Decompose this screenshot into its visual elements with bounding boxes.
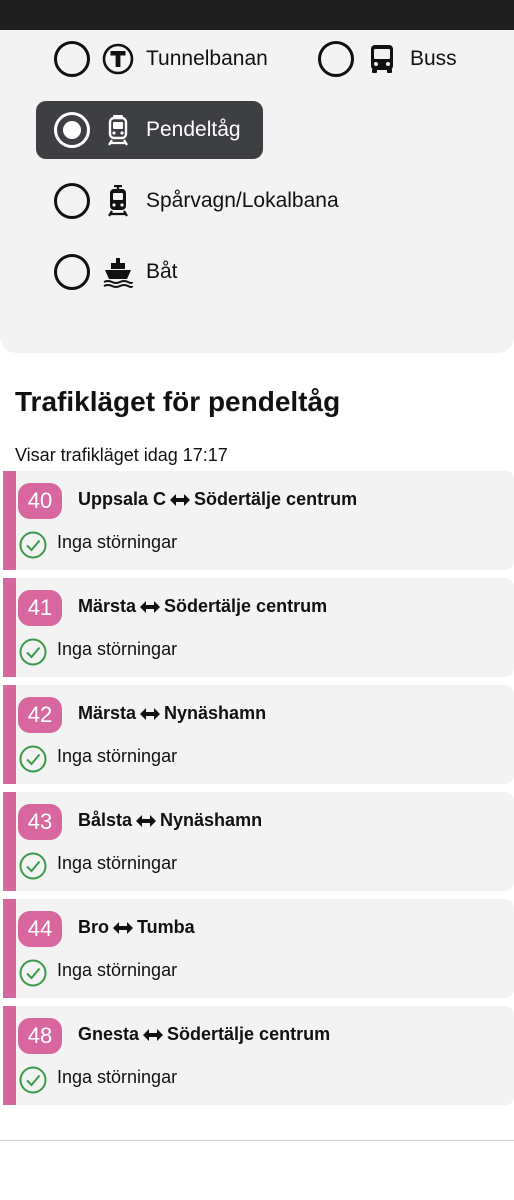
route-label: Bro Tumba — [78, 917, 195, 938]
status-text: Inga störningar — [57, 960, 178, 980]
line-card-43[interactable]: 43 Bålsta Nynäshamn Inga störningar — [3, 792, 514, 891]
check-circle-icon — [19, 531, 47, 559]
route-from: Märsta — [78, 596, 137, 616]
bus-icon — [366, 43, 398, 75]
line-number-badge: 42 — [18, 697, 62, 733]
route-label: Gnesta Södertälje centrum — [78, 1024, 330, 1045]
line-card-44[interactable]: 44 Bro Tumba Inga störningar — [3, 899, 514, 998]
route-from: Gnesta — [78, 1024, 140, 1044]
status-text: Inga störningar — [57, 1067, 178, 1087]
boat-icon — [102, 256, 134, 288]
radio-button[interactable] — [318, 41, 354, 77]
commuter-train-icon — [102, 114, 134, 146]
route-from: Märsta — [78, 703, 137, 723]
mode-option-sparvagn[interactable]: Spårvagn/Lokalbana — [54, 176, 339, 226]
mode-option-buss[interactable]: Buss — [318, 34, 457, 84]
route-from: Bålsta — [78, 810, 133, 830]
status-text: Inga störningar — [57, 639, 178, 659]
route-to: Nynäshamn — [160, 810, 263, 830]
mode-option-pendeltag[interactable]: Pendeltåg — [36, 101, 263, 159]
check-circle-icon — [19, 638, 47, 666]
route-label: Märsta Södertälje centrum — [78, 596, 327, 617]
check-circle-icon — [19, 959, 47, 987]
transport-mode-selector: Tunnelbanan Buss Pendeltåg Spårvagn/Loka… — [0, 30, 514, 353]
bidirectional-arrow-icon — [139, 707, 161, 721]
mode-label: Pendeltåg — [146, 118, 241, 141]
line-card-42[interactable]: 42 Märsta Nynäshamn Inga störningar — [3, 685, 514, 784]
route-to: Södertälje centrum — [164, 596, 328, 616]
route-from: Bro — [78, 917, 109, 937]
route-from: Uppsala C — [78, 489, 167, 509]
line-status-list: 40 Uppsala C Södertälje centrum Inga stö… — [3, 471, 514, 1113]
route-to: Nynäshamn — [164, 703, 267, 723]
route-to: Tumba — [137, 917, 195, 937]
line-number-badge: 40 — [18, 483, 62, 519]
line-card-41[interactable]: 41 Märsta Södertälje centrum Inga störni… — [3, 578, 514, 677]
route-to: Södertälje centrum — [194, 489, 358, 509]
line-number-badge: 48 — [18, 1018, 62, 1054]
page-title: Trafikläget för pendeltåg — [15, 386, 341, 417]
line-number-badge: 43 — [18, 804, 62, 840]
line-card-40[interactable]: 40 Uppsala C Södertälje centrum Inga stö… — [3, 471, 514, 570]
bidirectional-arrow-icon — [169, 493, 191, 507]
status-text: Inga störningar — [57, 853, 178, 873]
line-card-48[interactable]: 48 Gnesta Södertälje centrum Inga störni… — [3, 1006, 514, 1105]
radio-button[interactable] — [54, 183, 90, 219]
mode-option-tunnelbanan[interactable]: Tunnelbanan — [54, 34, 268, 84]
route-label: Bålsta Nynäshamn — [78, 810, 262, 831]
radio-button-selected[interactable] — [54, 112, 90, 148]
divider — [0, 1140, 514, 1141]
line-number-badge: 44 — [18, 911, 62, 947]
route-label: Märsta Nynäshamn — [78, 703, 266, 724]
radio-button[interactable] — [54, 41, 90, 77]
check-circle-icon — [19, 1066, 47, 1094]
tram-icon — [102, 185, 134, 217]
status-timestamp: Visar trafikläget idag 17:17 — [15, 445, 228, 465]
mode-option-bat[interactable]: Båt — [54, 247, 178, 297]
metro-t-icon — [102, 43, 134, 75]
route-to: Södertälje centrum — [167, 1024, 331, 1044]
bidirectional-arrow-icon — [135, 814, 157, 828]
check-circle-icon — [19, 745, 47, 773]
status-text: Inga störningar — [57, 746, 178, 766]
mode-label: Tunnelbanan — [146, 47, 268, 70]
mode-label: Spårvagn/Lokalbana — [146, 189, 339, 212]
mode-label: Buss — [410, 47, 457, 70]
mode-label: Båt — [146, 260, 178, 283]
bidirectional-arrow-icon — [139, 600, 161, 614]
status-text: Inga störningar — [57, 532, 178, 552]
bidirectional-arrow-icon — [112, 921, 134, 935]
route-label: Uppsala C Södertälje centrum — [78, 489, 357, 510]
bidirectional-arrow-icon — [142, 1028, 164, 1042]
radio-button[interactable] — [54, 254, 90, 290]
status-bar — [0, 0, 514, 30]
check-circle-icon — [19, 852, 47, 880]
line-number-badge: 41 — [18, 590, 62, 626]
